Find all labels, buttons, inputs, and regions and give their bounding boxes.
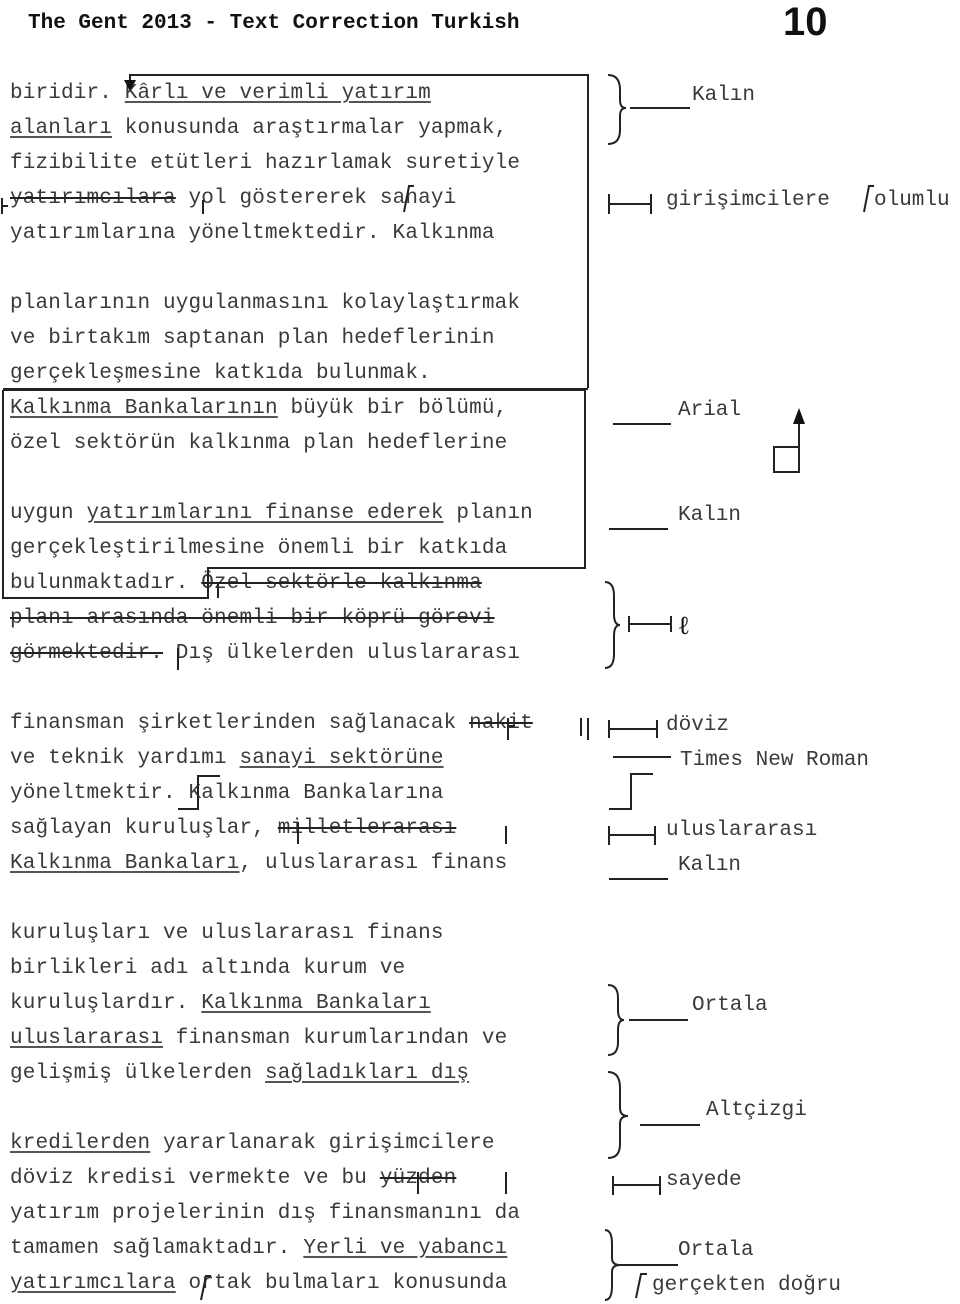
- brace-delete-icon: [604, 581, 672, 669]
- replace-bar-milletlerarasi: [297, 822, 507, 844]
- box-2-outline: [2, 390, 586, 599]
- move-text-arrow: [124, 74, 589, 388]
- replace-bar-yatirimcilara: [1, 198, 204, 214]
- insert-caret-icon-olumlu: [863, 185, 874, 213]
- new-paragraph-icon: [609, 773, 653, 810]
- new-paragraph-mark-body: [178, 775, 220, 810]
- replace-bar-icon-sayede: [612, 1176, 661, 1195]
- replace-bar-icon-girisimcilere: [608, 194, 652, 214]
- move-up-box-icon: [773, 408, 805, 473]
- replace-bar-nakit: [507, 718, 589, 740]
- brace-icon-underline: [607, 1071, 700, 1159]
- replace-bar-icon-doviz: [608, 720, 658, 738]
- brace-icon-1: [607, 74, 690, 145]
- proofreading-marks: ℓ: [1, 74, 874, 1301]
- brace-icon-center: [607, 984, 688, 1056]
- delete-mark-icon: ℓ: [679, 611, 689, 641]
- insert-caret-ortak: [200, 1275, 211, 1301]
- replace-bar-yuzden: [417, 1172, 507, 1194]
- replace-bar-icon-uluslararasi: [608, 826, 656, 845]
- insert-caret-icon-gercekten: [635, 1273, 647, 1299]
- brace-icon-center-2: [604, 1229, 678, 1301]
- insert-caret-sanayi: [403, 185, 414, 213]
